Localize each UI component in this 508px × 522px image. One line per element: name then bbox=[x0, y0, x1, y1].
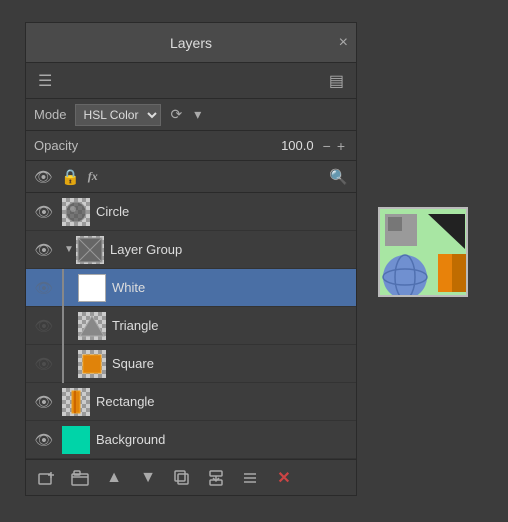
layer-thumbnail bbox=[62, 388, 90, 416]
layer-expand-button[interactable]: ▼ bbox=[62, 243, 76, 257]
filter-row: 👁 🔒 fx 🔍 bbox=[26, 161, 356, 193]
layer-thumbnail bbox=[78, 274, 106, 302]
opacity-value: 100.0 bbox=[281, 138, 314, 153]
move-down-button[interactable]: ▼ bbox=[132, 464, 164, 492]
layer-thumbnail bbox=[78, 312, 106, 340]
hamburger-icon[interactable]: ☰ bbox=[32, 67, 58, 95]
preview-canvas bbox=[378, 207, 468, 297]
new-layer-button[interactable] bbox=[30, 464, 62, 492]
layer-row[interactable]: 👁 Square bbox=[26, 345, 356, 383]
layer-visibility-toggle[interactable]: 👁 bbox=[26, 241, 62, 259]
icons-row: ☰ ▤ bbox=[26, 63, 356, 99]
layer-visibility-toggle[interactable]: 👁 bbox=[26, 279, 62, 297]
opacity-plus-button[interactable]: + bbox=[334, 138, 348, 154]
layer-thumbnail bbox=[78, 350, 106, 378]
layer-visibility-toggle[interactable]: 👁 bbox=[26, 203, 62, 221]
layer-row[interactable]: 👁 Rectangle bbox=[26, 383, 356, 421]
layer-visibility-toggle[interactable]: 👁 bbox=[26, 393, 62, 411]
layer-name: Triangle bbox=[112, 318, 352, 333]
panel-menu-icon[interactable]: ▤ bbox=[323, 67, 350, 95]
mode-row: Mode HSL Color Normal Multiply Screen Ov… bbox=[26, 99, 356, 131]
move-up-button[interactable]: ▲ bbox=[98, 464, 130, 492]
mode-label: Mode bbox=[34, 107, 67, 122]
layer-name: White bbox=[112, 280, 352, 295]
layer-name: Background bbox=[96, 432, 352, 447]
layer-row[interactable]: 👁 Triangle bbox=[26, 307, 356, 345]
lock-filter-icon[interactable]: 🔒 bbox=[61, 168, 80, 186]
visibility-filter-icon[interactable]: 👁 bbox=[34, 168, 53, 186]
fx-filter-icon[interactable]: fx bbox=[88, 169, 98, 184]
layer-name: Square bbox=[112, 356, 352, 371]
layer-thumbnail bbox=[62, 426, 90, 454]
merge-button[interactable] bbox=[200, 464, 232, 492]
layer-name: Circle bbox=[96, 204, 352, 219]
mode-select[interactable]: HSL Color Normal Multiply Screen Overlay bbox=[75, 104, 161, 126]
layer-visibility-toggle[interactable]: 👁 bbox=[26, 317, 62, 335]
layer-row[interactable]: 👁 Background bbox=[26, 421, 356, 459]
layer-thumbnail bbox=[62, 198, 90, 226]
more-options-button[interactable] bbox=[234, 464, 266, 492]
layer-name: Layer Group bbox=[110, 242, 352, 257]
title-bar: Layers × bbox=[26, 23, 356, 63]
close-button[interactable]: × bbox=[339, 35, 348, 51]
mode-dropdown-icon[interactable]: ▾ bbox=[190, 104, 205, 125]
layer-name: Rectangle bbox=[96, 394, 352, 409]
opacity-row: Opacity 100.0 − + bbox=[26, 131, 356, 161]
layers-panel: Layers × ☰ ▤ Mode HSL Color Normal Multi… bbox=[25, 22, 357, 496]
opacity-label: Opacity bbox=[34, 138, 78, 153]
duplicate-button[interactable] bbox=[166, 464, 198, 492]
layer-row[interactable]: 👁 ▼ Layer Group bbox=[26, 231, 356, 269]
layer-thumbnail bbox=[76, 236, 104, 264]
bottom-toolbar: ▲ ▼ ✕ bbox=[26, 459, 356, 495]
reset-mode-icon[interactable]: ⟳ bbox=[167, 104, 187, 125]
layer-row[interactable]: 👁 White bbox=[26, 269, 356, 307]
panel-title: Layers bbox=[170, 35, 212, 51]
layers-list: 👁 Circle 👁 ▼ Layer Group bbox=[26, 193, 356, 459]
mode-right-icons: ⟳ ▾ bbox=[167, 104, 206, 125]
layer-visibility-toggle[interactable]: 👁 bbox=[26, 355, 62, 373]
layer-visibility-toggle[interactable]: 👁 bbox=[26, 431, 62, 449]
layer-row[interactable]: 👁 Circle bbox=[26, 193, 356, 231]
new-group-button[interactable] bbox=[64, 464, 96, 492]
delete-button[interactable]: ✕ bbox=[268, 464, 300, 492]
opacity-minus-button[interactable]: − bbox=[320, 138, 334, 154]
search-icon[interactable]: 🔍 bbox=[329, 168, 348, 186]
